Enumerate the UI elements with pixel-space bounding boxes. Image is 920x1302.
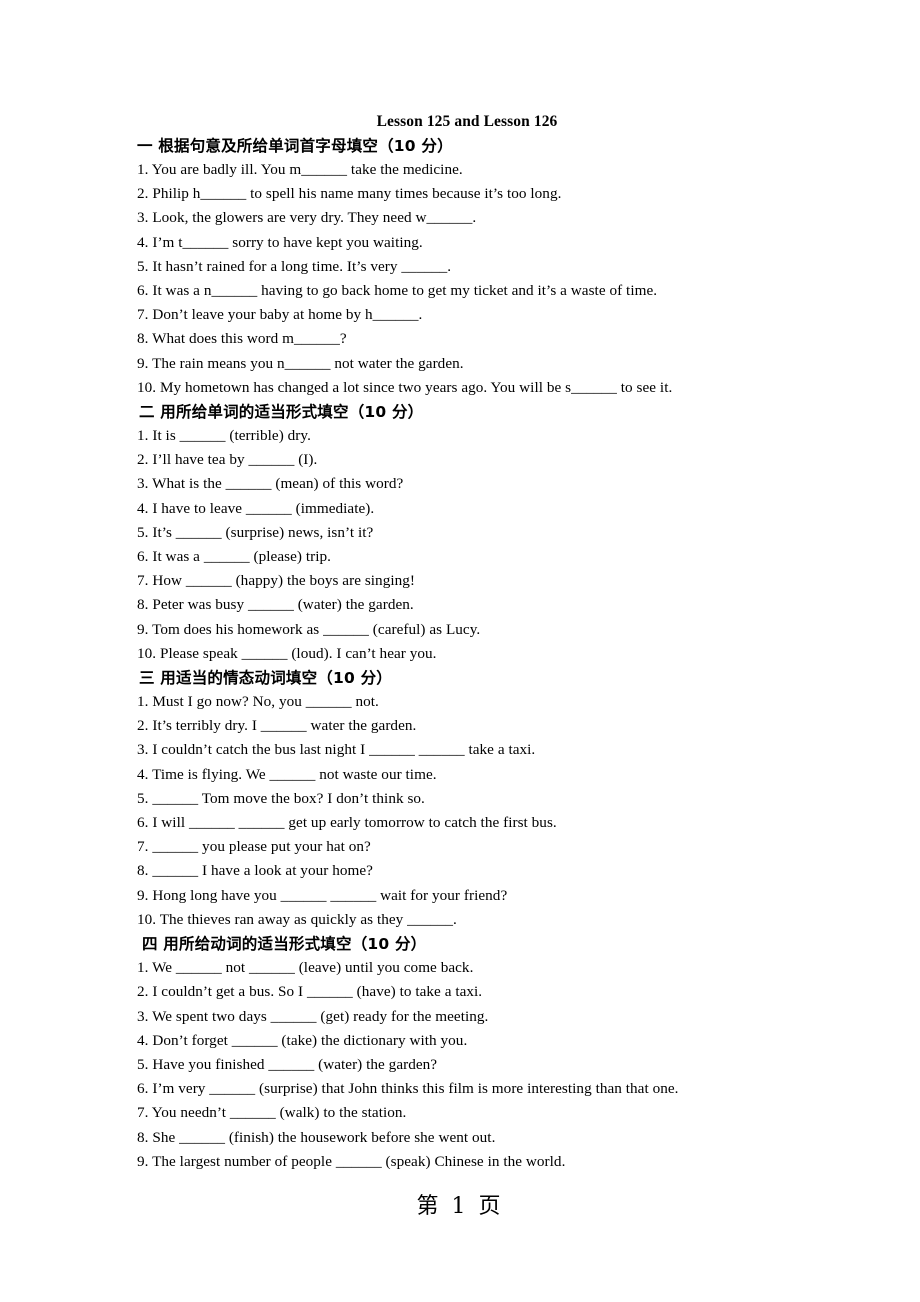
question-item: 1. We ______ not ______ (leave) until yo…: [137, 959, 474, 977]
question-item: 6. I will ______ ______ get up early tom…: [137, 814, 557, 832]
page-number-footer: 第 1 页: [416, 1194, 504, 1219]
question-item: 3. Look, the glowers are very dry. They …: [137, 209, 477, 227]
question-item: 2. I couldn’t get a bus. So I ______ (ha…: [137, 983, 483, 1001]
question-item: 9. The rain means you n______ not water …: [137, 354, 464, 372]
question-item: 6. It was a ______ (please) trip.: [137, 548, 331, 566]
question-item: 3. I couldn’t catch the bus last night I…: [137, 741, 536, 759]
question-item: 2. It’s terribly dry. I ______ water the…: [137, 717, 417, 735]
document-body: Lesson 125 and Lesson 126 一 根据句意及所给单词首字母…: [137, 112, 797, 1174]
question-item: 10. The thieves ran away as quickly as t…: [137, 910, 457, 928]
question-item: 8. She ______ (finish) the housework bef…: [137, 1128, 496, 1146]
question-item: 5. It hasn’t rained for a long time. It’…: [137, 257, 452, 275]
page-title: Lesson 125 and Lesson 126: [376, 113, 558, 130]
section-heading-3: 三 用适当的情态动词填空（10 分）: [139, 669, 392, 688]
question-item: 1. Must I go now? No, you ______ not.: [137, 693, 379, 711]
question-item: 10. Please speak ______ (loud). I can’t …: [137, 644, 437, 662]
worksheet-page: Lesson 125 and Lesson 126 一 根据句意及所给单词首字母…: [0, 0, 920, 1302]
question-item: 8. What does this word m______?: [137, 330, 347, 348]
question-item: 5. Have you finished ______ (water) the …: [137, 1055, 438, 1073]
question-item: 5. It’s ______ (surprise) news, isn’t it…: [137, 523, 374, 541]
question-item: 7. How ______ (happy) the boys are singi…: [137, 572, 416, 590]
question-item: 1. It is ______ (terrible) dry.: [137, 427, 311, 445]
question-item: 8. Peter was busy ______ (water) the gar…: [137, 596, 414, 614]
section-heading-2: 二 用所给单词的适当形式填空（10 分）: [139, 403, 424, 422]
question-item: 1. You are badly ill. You m______ take t…: [137, 161, 463, 178]
question-item: 9. Hong long have you ______ ______ wait…: [137, 886, 508, 904]
section-heading-1: 一 根据句意及所给单词首字母填空（10 分）: [137, 137, 453, 155]
question-item: 6. It was a n______ having to go back ho…: [137, 282, 658, 300]
question-item: 3. What is the ______ (mean) of this wor…: [137, 475, 404, 493]
question-item: 4. I’m t______ sorry to have kept you wa…: [137, 233, 423, 251]
question-item: 5. ______ Tom move the box? I don’t thin…: [137, 789, 425, 807]
question-item: 7. You needn’t ______ (walk) to the stat…: [137, 1104, 407, 1122]
question-item: 2. I’ll have tea by ______ (I).: [137, 451, 318, 469]
question-item: 8. ______ I have a look at your home?: [137, 862, 373, 880]
question-item: 9. Tom does his homework as ______ (care…: [137, 620, 481, 638]
question-item: 4. Time is flying. We ______ not waste o…: [137, 765, 437, 783]
question-item: 10. My hometown has changed a lot since …: [137, 378, 673, 396]
question-item: 9. The largest number of people ______ (…: [137, 1152, 566, 1170]
question-item: 4. Don’t forget ______ (take) the dictio…: [137, 1031, 468, 1049]
question-item: 4. I have to leave ______ (immediate).: [137, 499, 375, 517]
question-item: 7. Don’t leave your baby at home by h___…: [137, 306, 423, 324]
question-item: 6. I’m very ______ (surprise) that John …: [137, 1080, 679, 1098]
question-item: 7. ______ you please put your hat on?: [137, 838, 371, 856]
section-heading-4: 四 用所给动词的适当形式填空（10 分）: [142, 935, 427, 954]
question-item: 2. Philip h______ to spell his name many…: [137, 185, 562, 203]
question-item: 3. We spent two days ______ (get) ready …: [137, 1007, 489, 1025]
